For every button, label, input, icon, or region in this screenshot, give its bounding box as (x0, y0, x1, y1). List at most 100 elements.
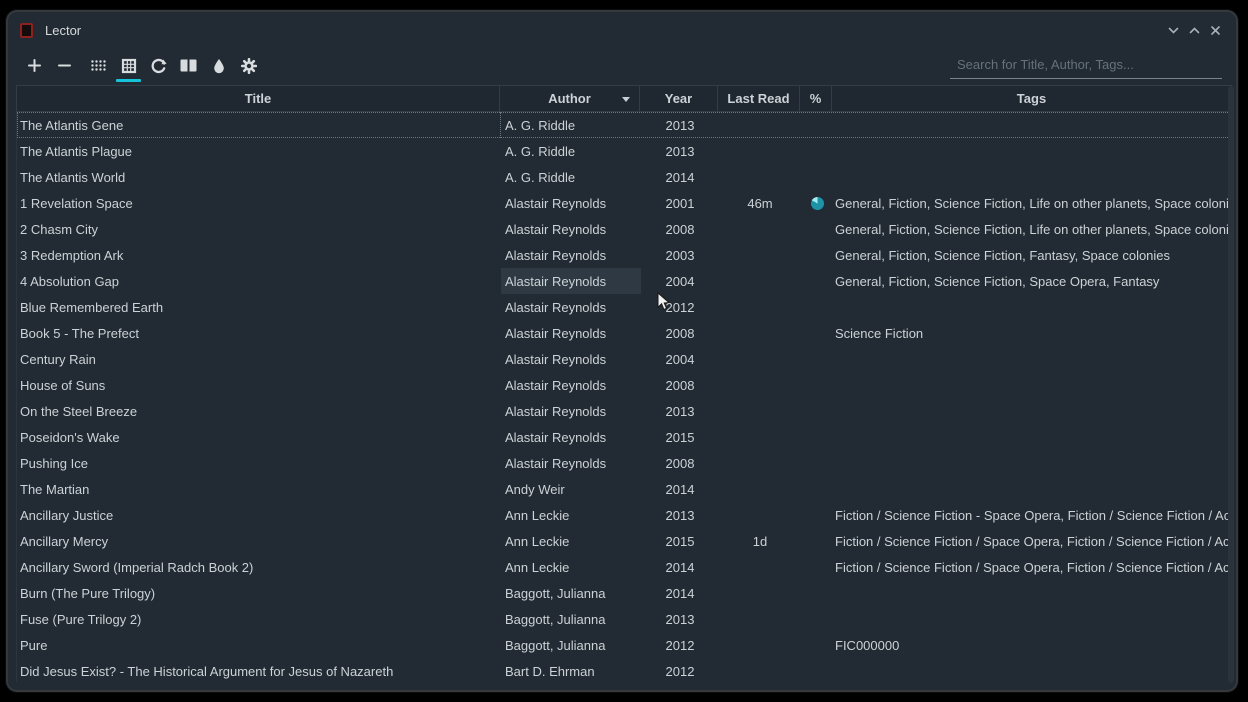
last-read-cell[interactable] (719, 216, 801, 242)
table-row[interactable]: The Atlantis PlagueA. G. Riddle2013 (17, 138, 1232, 164)
progress-cell[interactable] (801, 190, 833, 216)
title-cell[interactable]: 1 Revelation Space (17, 190, 501, 216)
progress-cell[interactable] (801, 528, 833, 554)
progress-cell[interactable] (801, 502, 833, 528)
progress-cell[interactable] (801, 632, 833, 658)
author-cell[interactable]: A. G. Riddle (501, 164, 641, 190)
tags-cell[interactable]: FIC000000 (833, 632, 1232, 658)
progress-cell[interactable] (801, 112, 833, 138)
progress-cell[interactable] (801, 606, 833, 632)
title-cell[interactable]: Fuse (Pure Trilogy 2) (17, 606, 501, 632)
tags-cell[interactable] (833, 138, 1232, 164)
title-cell[interactable]: Ancillary Sword (Imperial Radch Book 2) (17, 554, 501, 580)
last-read-cell[interactable] (719, 658, 801, 682)
add-book-button[interactable] (20, 53, 49, 79)
last-read-cell[interactable] (719, 424, 801, 450)
year-cell[interactable]: 2013 (641, 112, 719, 138)
title-cell[interactable]: Book 5 - The Prefect (17, 320, 501, 346)
author-cell[interactable]: Alastair Reynolds (501, 346, 641, 372)
year-cell[interactable]: 2001 (641, 190, 719, 216)
progress-cell[interactable] (801, 658, 833, 682)
table-row[interactable]: The Atlantis GeneA. G. Riddle2013 (17, 112, 1232, 138)
title-cell[interactable]: Ancillary Mercy (17, 528, 501, 554)
title-cell[interactable]: The Martian (17, 476, 501, 502)
author-cell[interactable]: Alastair Reynolds (501, 450, 641, 476)
title-cell[interactable]: Pure (17, 632, 501, 658)
title-cell[interactable]: Poseidon's Wake (17, 424, 501, 450)
progress-cell[interactable] (801, 554, 833, 580)
table-row[interactable]: 3 Redemption ArkAlastair Reynolds2003Gen… (17, 242, 1232, 268)
table-row[interactable]: 2 Chasm CityAlastair Reynolds2008General… (17, 216, 1232, 242)
table-row[interactable]: 4 Absolution GapAlastair Reynolds2004Gen… (17, 268, 1232, 294)
tags-cell[interactable]: Fiction / Science Fiction / Space Opera,… (833, 554, 1232, 580)
author-cell[interactable]: Alastair Reynolds (501, 372, 641, 398)
tags-cell[interactable] (833, 294, 1232, 320)
progress-cell[interactable] (801, 242, 833, 268)
last-read-cell[interactable]: 46m (719, 190, 801, 216)
table-row[interactable]: Poseidon's WakeAlastair Reynolds2015 (17, 424, 1232, 450)
vertical-scrollbar[interactable] (1228, 86, 1234, 683)
author-cell[interactable]: Alastair Reynolds (501, 294, 641, 320)
year-cell[interactable]: 2013 (641, 606, 719, 632)
title-cell[interactable]: Burn (The Pure Trilogy) (17, 580, 501, 606)
table-row[interactable]: Ancillary Sword (Imperial Radch Book 2)A… (17, 554, 1232, 580)
last-read-cell[interactable] (719, 242, 801, 268)
table-row[interactable]: Pushing IceAlastair Reynolds2008 (17, 450, 1232, 476)
title-cell[interactable]: Did Jesus Exist? - The Historical Argume… (17, 658, 501, 682)
year-cell[interactable]: 2012 (641, 632, 719, 658)
tags-cell[interactable]: Fiction / Science Fiction - Space Opera,… (833, 502, 1232, 528)
year-cell[interactable]: 2004 (641, 346, 719, 372)
close-button[interactable] (1206, 22, 1224, 40)
tags-cell[interactable]: General, Fiction, Science Fiction, Life … (833, 216, 1232, 242)
title-cell[interactable]: Blue Remembered Earth (17, 294, 501, 320)
year-cell[interactable]: 2014 (641, 476, 719, 502)
last-read-cell[interactable] (719, 346, 801, 372)
last-read-cell[interactable] (719, 398, 801, 424)
author-cell[interactable]: Alastair Reynolds (501, 268, 641, 294)
year-cell[interactable]: 2003 (641, 242, 719, 268)
tags-cell[interactable] (833, 398, 1232, 424)
tags-cell[interactable]: Science Fiction (833, 320, 1232, 346)
table-row[interactable]: Fuse (Pure Trilogy 2)Baggott, Julianna20… (17, 606, 1232, 632)
remove-book-button[interactable] (50, 53, 79, 79)
table-row[interactable]: Ancillary JusticeAnn Leckie2013 Fiction /… (17, 502, 1232, 528)
table-row[interactable]: Did Jesus Exist? - The Historical Argume… (17, 658, 1232, 682)
title-cell[interactable]: House of Suns (17, 372, 501, 398)
title-cell[interactable]: Century Rain (17, 346, 501, 372)
tags-cell[interactable] (833, 658, 1232, 682)
column-header-last-read[interactable]: Last Read (718, 85, 800, 112)
progress-cell[interactable] (801, 164, 833, 190)
open-book-button[interactable] (174, 53, 203, 79)
library-view-button[interactable] (84, 53, 113, 79)
tags-cell[interactable] (833, 112, 1232, 138)
author-cell[interactable]: A. G. Riddle (501, 138, 641, 164)
last-read-cell[interactable] (719, 138, 801, 164)
year-cell[interactable]: 2008 (641, 372, 719, 398)
progress-cell[interactable] (801, 424, 833, 450)
year-cell[interactable]: 2013 (641, 502, 719, 528)
progress-cell[interactable] (801, 320, 833, 346)
year-cell[interactable]: 2015 (641, 528, 719, 554)
last-read-cell[interactable] (719, 450, 801, 476)
last-read-cell[interactable] (719, 632, 801, 658)
progress-cell[interactable] (801, 294, 833, 320)
tags-cell[interactable] (833, 476, 1232, 502)
year-cell[interactable]: 2014 (641, 164, 719, 190)
last-read-cell[interactable] (719, 502, 801, 528)
progress-cell[interactable] (801, 372, 833, 398)
table-row[interactable]: Book 5 - The PrefectAlastair Reynolds200… (17, 320, 1232, 346)
progress-cell[interactable] (801, 476, 833, 502)
column-header-year[interactable]: Year (640, 85, 718, 112)
year-cell[interactable]: 2012 (641, 294, 719, 320)
tags-cell[interactable] (833, 346, 1232, 372)
author-cell[interactable]: Alastair Reynolds (501, 190, 641, 216)
author-cell[interactable]: Ann Leckie (501, 502, 641, 528)
progress-cell[interactable] (801, 450, 833, 476)
author-cell[interactable]: Andy Weir (501, 476, 641, 502)
progress-cell[interactable] (801, 580, 833, 606)
title-cell[interactable]: Ancillary Justice (17, 502, 501, 528)
table-row[interactable]: Blue Remembered EarthAlastair Reynolds20… (17, 294, 1232, 320)
table-row[interactable]: On the Steel BreezeAlastair Reynolds2013 (17, 398, 1232, 424)
tags-cell[interactable]: Fiction / Science Fiction / Space Opera,… (833, 528, 1232, 554)
last-read-cell[interactable] (719, 476, 801, 502)
